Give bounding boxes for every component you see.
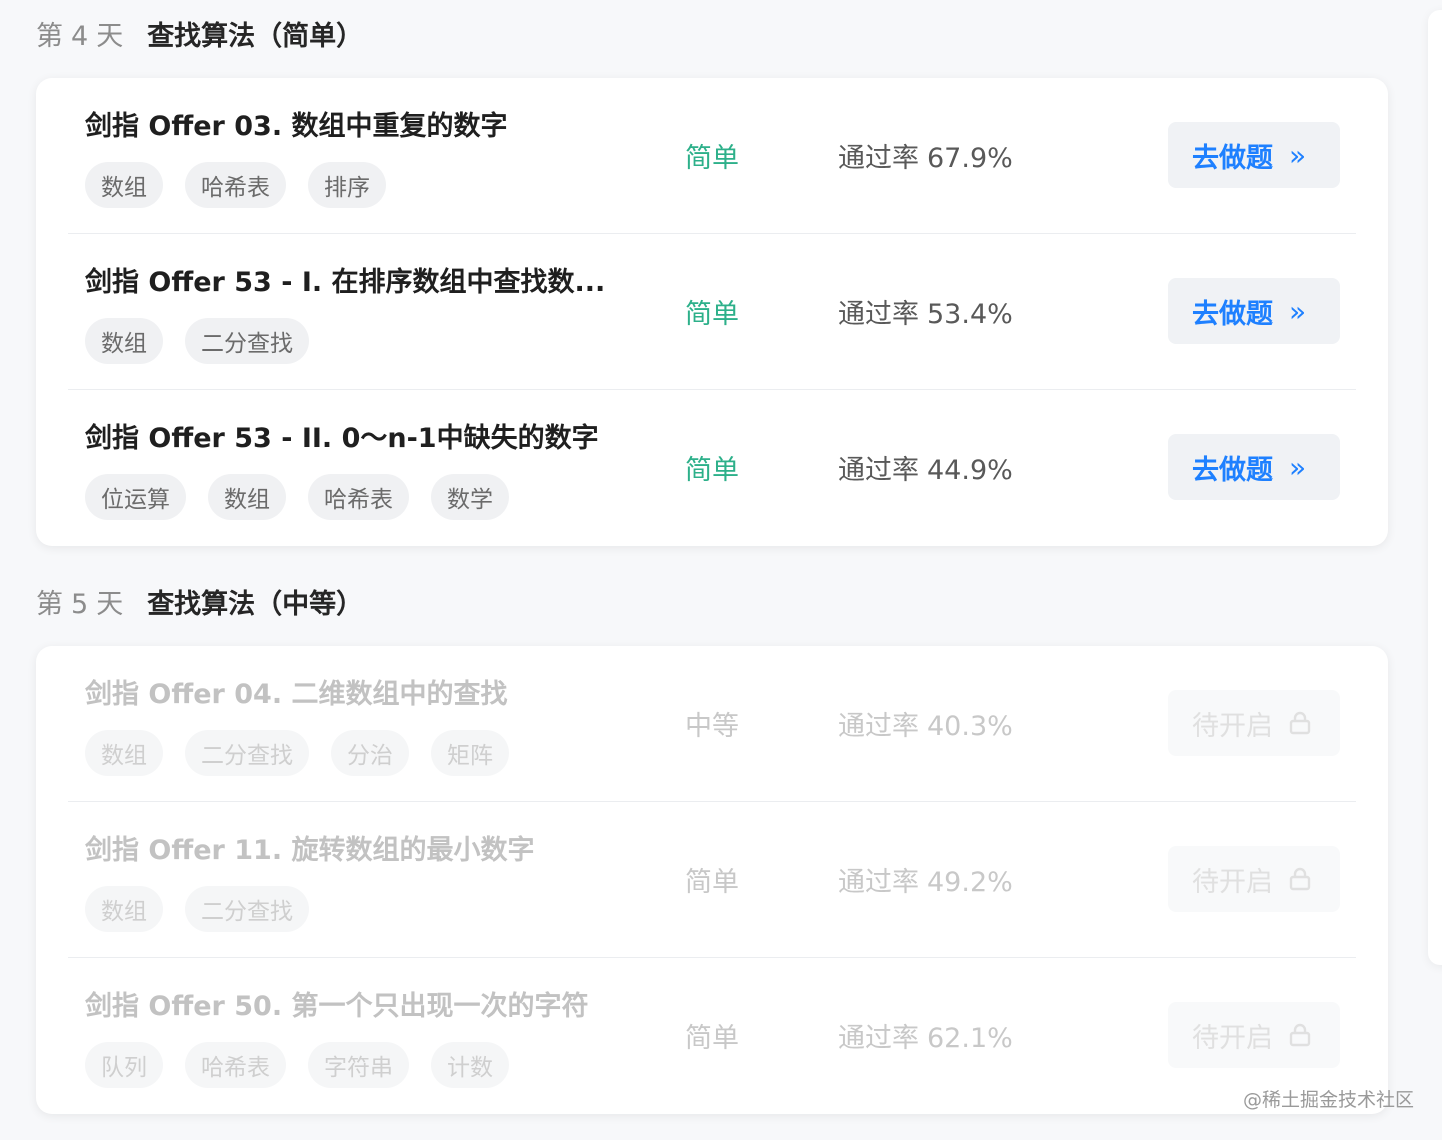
tag: 计数 (431, 1042, 509, 1088)
day-label: 第5天 (36, 588, 124, 620)
section-day-5: 第5天 查找算法（中等） 剑指 Offer 04. 二维数组中的查找 数组 二分… (36, 569, 1388, 1114)
do-problem-button[interactable]: 去做题» (1168, 122, 1340, 188)
difficulty-label: 简单 (685, 1023, 739, 1054)
problem-title[interactable]: 剑指 Offer 53 - I. 在排序数组中查找数... (85, 260, 605, 299)
day-label: 第4天 (36, 20, 124, 52)
tag[interactable]: 位运算 (85, 474, 186, 520)
tag-list: 位运算 数组 哈希表 数学 (85, 474, 509, 520)
tag[interactable]: 数组 (208, 474, 286, 520)
pass-rate: 通过率 49.2% (838, 867, 1013, 898)
tag-list: 队列 哈希表 字符串 计数 (85, 1042, 509, 1088)
do-problem-button[interactable]: 去做题» (1168, 434, 1340, 500)
watermark: @稀土掘金技术社区 (1242, 1089, 1414, 1111)
tag: 字符串 (308, 1042, 409, 1088)
tag-list: 数组 二分查找 (85, 886, 309, 932)
problem-row: 剑指 Offer 11. 旋转数组的最小数字 数组 二分查找 简单 通过率 49.… (68, 802, 1356, 958)
tag: 分治 (331, 730, 409, 776)
problem-row[interactable]: 剑指 Offer 53 - II. 0～n-1中缺失的数字 位运算 数组 哈希表… (68, 390, 1356, 546)
problem-card: 剑指 Offer 04. 二维数组中的查找 数组 二分查找 分治 矩阵 中等 通… (36, 646, 1388, 1114)
chevron-double-right-icon: » (1289, 294, 1307, 328)
tag: 二分查找 (185, 886, 309, 932)
tag[interactable]: 排序 (308, 162, 386, 208)
tag[interactable]: 数组 (85, 162, 163, 208)
tag-list: 数组 二分查找 (85, 318, 309, 364)
difficulty-label: 简单 (685, 455, 739, 486)
problem-row: 剑指 Offer 04. 二维数组中的查找 数组 二分查找 分治 矩阵 中等 通… (68, 646, 1356, 802)
tag: 哈希表 (185, 1042, 286, 1088)
difficulty-label: 简单 (685, 143, 739, 174)
pass-rate: 通过率 40.3% (838, 711, 1013, 742)
locked-button: 待开启 (1168, 846, 1340, 912)
problem-title: 剑指 Offer 11. 旋转数组的最小数字 (85, 835, 535, 866)
do-problem-button[interactable]: 去做题» (1168, 278, 1340, 344)
tag: 数组 (85, 886, 163, 932)
lock-icon (1289, 1023, 1311, 1047)
section-header: 第5天 查找算法（中等） (36, 569, 1388, 633)
tag-list: 数组 哈希表 排序 (85, 162, 386, 208)
locked-button: 待开启 (1168, 1002, 1340, 1068)
section-header: 第4天 查找算法（简单） (36, 1, 1388, 65)
tag[interactable]: 二分查找 (185, 318, 309, 364)
tag: 数组 (85, 730, 163, 776)
problem-row[interactable]: 剑指 Offer 53 - I. 在排序数组中查找数... 数组 二分查找 简单… (68, 234, 1356, 390)
pass-rate: 通过率 67.9% (838, 143, 1013, 174)
problem-title: 剑指 Offer 50. 第一个只出现一次的字符 (85, 991, 589, 1022)
problem-card: 剑指 Offer 03. 数组中重复的数字 数组 哈希表 排序 简单 通过率 67… (36, 78, 1388, 546)
problem-title[interactable]: 剑指 Offer 03. 数组中重复的数字 (85, 104, 507, 143)
section-title: 查找算法（简单） (147, 20, 364, 52)
problem-row[interactable]: 剑指 Offer 03. 数组中重复的数字 数组 哈希表 排序 简单 通过率 67… (68, 78, 1356, 234)
pass-rate: 通过率 44.9% (838, 455, 1013, 486)
pass-rate: 通过率 53.4% (838, 299, 1013, 330)
problem-title[interactable]: 剑指 Offer 53 - II. 0～n-1中缺失的数字 (85, 416, 599, 455)
chevron-double-right-icon: » (1289, 138, 1307, 172)
difficulty-label: 中等 (685, 711, 739, 742)
tag: 队列 (85, 1042, 163, 1088)
locked-button: 待开启 (1168, 690, 1340, 756)
tag-list: 数组 二分查找 分治 矩阵 (85, 730, 509, 776)
difficulty-label: 简单 (685, 867, 739, 898)
problem-title: 剑指 Offer 04. 二维数组中的查找 (85, 679, 508, 710)
tag[interactable]: 数组 (85, 318, 163, 364)
pass-rate: 通过率 62.1% (838, 1023, 1013, 1054)
section-day-4: 第4天 查找算法（简单） 剑指 Offer 03. 数组中重复的数字 数组 哈希… (36, 1, 1388, 546)
problem-row: 剑指 Offer 50. 第一个只出现一次的字符 队列 哈希表 字符串 计数 简… (68, 958, 1356, 1114)
difficulty-label: 简单 (685, 299, 739, 330)
side-panel (1428, 10, 1442, 965)
section-title: 查找算法（中等） (147, 588, 364, 620)
tag: 矩阵 (431, 730, 509, 776)
lock-icon (1289, 711, 1311, 735)
tag: 二分查找 (185, 730, 309, 776)
tag[interactable]: 哈希表 (308, 474, 409, 520)
tag[interactable]: 数学 (431, 474, 509, 520)
lock-icon (1289, 867, 1311, 891)
chevron-double-right-icon: » (1289, 450, 1307, 484)
tag[interactable]: 哈希表 (185, 162, 286, 208)
